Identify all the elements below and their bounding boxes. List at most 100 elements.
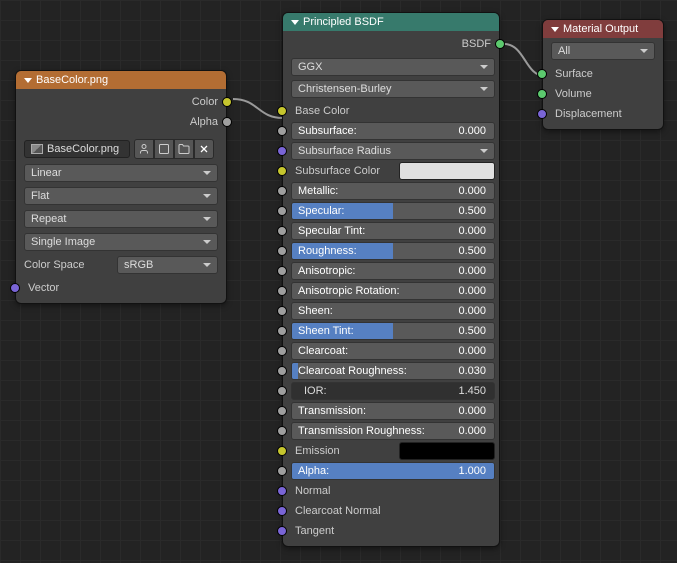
chevron-down-icon xyxy=(480,149,488,153)
chevron-down-icon xyxy=(480,65,488,69)
roughness-slider[interactable]: Roughness:0.500 xyxy=(291,242,495,260)
image-icon xyxy=(31,144,43,154)
socket-sheen-tint-in[interactable] xyxy=(277,326,287,336)
chevron-down-icon xyxy=(203,217,211,221)
socket-alpha-in[interactable] xyxy=(277,466,287,476)
socket-ior-in[interactable] xyxy=(277,386,287,396)
socket-tangent-in[interactable] xyxy=(277,526,287,536)
specular-tint-slider[interactable]: Specular Tint:0.000 xyxy=(291,222,495,240)
socket-clearcoat-in[interactable] xyxy=(277,346,287,356)
sheen-slider[interactable]: Sheen:0.000 xyxy=(291,302,495,320)
node-title: BaseColor.png xyxy=(36,74,108,86)
alpha-slider[interactable]: Alpha:1.000 xyxy=(291,462,495,480)
surface-label: Surface xyxy=(555,68,593,80)
socket-subsurface-color-in[interactable] xyxy=(277,166,287,176)
socket-emission-in[interactable] xyxy=(277,446,287,456)
source-dropdown[interactable]: Single Image xyxy=(24,233,218,251)
emission-label: Emission xyxy=(291,445,340,457)
input-vector-label: Vector xyxy=(28,282,59,294)
collapse-toggle-icon[interactable] xyxy=(551,27,559,32)
subsurface-radius-dropdown[interactable]: Subsurface Radius xyxy=(291,142,495,160)
target-dropdown[interactable]: All xyxy=(551,42,655,60)
emission-color-swatch[interactable] xyxy=(399,442,495,460)
socket-clearcoat-roughness-in[interactable] xyxy=(277,366,287,376)
socket-normal-in[interactable] xyxy=(277,486,287,496)
socket-vector-in[interactable] xyxy=(10,283,20,293)
principled-bsdf-node[interactable]: Principled BSDF BSDF GGX Christensen-Bur… xyxy=(282,12,500,547)
socket-alpha-out[interactable] xyxy=(222,117,232,127)
socket-bsdf-out[interactable] xyxy=(495,39,505,49)
socket-sheen-in[interactable] xyxy=(277,306,287,316)
subsurface-slider[interactable]: Subsurface:0.000 xyxy=(291,122,495,140)
output-alpha-label: Alpha xyxy=(190,116,218,128)
colorspace-label: Color Space xyxy=(24,259,111,271)
output-color-row: Color xyxy=(24,92,218,111)
node-header[interactable]: Principled BSDF xyxy=(283,13,499,31)
socket-specular-in[interactable] xyxy=(277,206,287,216)
socket-subsurface-in[interactable] xyxy=(277,126,287,136)
chevron-down-icon xyxy=(203,263,211,267)
collapse-toggle-icon[interactable] xyxy=(291,20,299,25)
projection-dropdown[interactable]: Flat xyxy=(24,187,218,205)
socket-transmission-roughness-in[interactable] xyxy=(277,426,287,436)
chevron-down-icon xyxy=(640,49,648,53)
fake-user-button[interactable] xyxy=(134,139,154,159)
metallic-slider[interactable]: Metallic:0.000 xyxy=(291,182,495,200)
socket-color-out[interactable] xyxy=(222,97,232,107)
socket-anisotropic-rotation-in[interactable] xyxy=(277,286,287,296)
socket-displacement-in[interactable] xyxy=(537,109,547,119)
collapse-toggle-icon[interactable] xyxy=(24,78,32,83)
image-texture-node[interactable]: BaseColor.png Color Alpha BaseColor.png xyxy=(15,70,227,304)
node-title: Principled BSDF xyxy=(303,16,384,28)
socket-subsurface-radius-in[interactable] xyxy=(277,146,287,156)
sss-method-dropdown[interactable]: Christensen-Burley xyxy=(291,80,495,98)
node-header[interactable]: Material Output xyxy=(543,20,663,38)
new-image-button[interactable] xyxy=(154,139,174,159)
image-action-buttons xyxy=(134,139,214,159)
socket-metallic-in[interactable] xyxy=(277,186,287,196)
chevron-down-icon xyxy=(203,240,211,244)
socket-volume-in[interactable] xyxy=(537,89,547,99)
anisotropic-slider[interactable]: Anisotropic:0.000 xyxy=(291,262,495,280)
socket-anisotropic-in[interactable] xyxy=(277,266,287,276)
transmission-roughness-slider[interactable]: Transmission Roughness:0.000 xyxy=(291,422,495,440)
base-color-label: Base Color xyxy=(295,105,349,117)
ior-field[interactable]: IOR:1.450 xyxy=(291,382,495,400)
socket-surface-in[interactable] xyxy=(537,69,547,79)
interpolation-dropdown[interactable]: Linear xyxy=(24,164,218,182)
tangent-label: Tangent xyxy=(295,525,334,537)
node-header[interactable]: BaseColor.png xyxy=(16,71,226,89)
socket-roughness-in[interactable] xyxy=(277,246,287,256)
transmission-slider[interactable]: Transmission:0.000 xyxy=(291,402,495,420)
subsurface-color-label: Subsurface Color xyxy=(291,165,380,177)
extension-dropdown[interactable]: Repeat xyxy=(24,210,218,228)
output-color-label: Color xyxy=(192,96,218,108)
normal-label: Normal xyxy=(295,485,330,497)
sheen-tint-slider[interactable]: Sheen Tint:0.500 xyxy=(291,322,495,340)
material-output-node[interactable]: Material Output All Surface Volume Displ… xyxy=(542,19,664,130)
image-filename-field[interactable]: BaseColor.png xyxy=(24,140,130,158)
volume-label: Volume xyxy=(555,88,592,100)
socket-clearcoat-normal-in[interactable] xyxy=(277,506,287,516)
colorspace-dropdown[interactable]: sRGB xyxy=(117,256,218,274)
socket-base-color-in[interactable] xyxy=(277,106,287,116)
output-alpha-row: Alpha xyxy=(24,112,218,131)
image-filename: BaseColor.png xyxy=(47,143,119,155)
open-image-button[interactable] xyxy=(174,139,194,159)
node-title: Material Output xyxy=(563,23,638,35)
socket-specular-tint-in[interactable] xyxy=(277,226,287,236)
clearcoat-normal-label: Clearcoat Normal xyxy=(295,505,381,517)
clearcoat-roughness-slider[interactable]: Clearcoat Roughness:0.030 xyxy=(291,362,495,380)
socket-transmission-in[interactable] xyxy=(277,406,287,416)
chevron-down-icon xyxy=(480,87,488,91)
displacement-label: Displacement xyxy=(555,108,622,120)
distribution-dropdown[interactable]: GGX xyxy=(291,58,495,76)
clearcoat-slider[interactable]: Clearcoat:0.000 xyxy=(291,342,495,360)
specular-slider[interactable]: Specular:0.500 xyxy=(291,202,495,220)
chevron-down-icon xyxy=(203,171,211,175)
chevron-down-icon xyxy=(203,194,211,198)
unlink-image-button[interactable] xyxy=(194,139,214,159)
output-bsdf-row: BSDF xyxy=(291,34,495,53)
anisotropic-rotation-slider[interactable]: Anisotropic Rotation:0.000 xyxy=(291,282,495,300)
subsurface-color-swatch[interactable] xyxy=(399,162,495,180)
